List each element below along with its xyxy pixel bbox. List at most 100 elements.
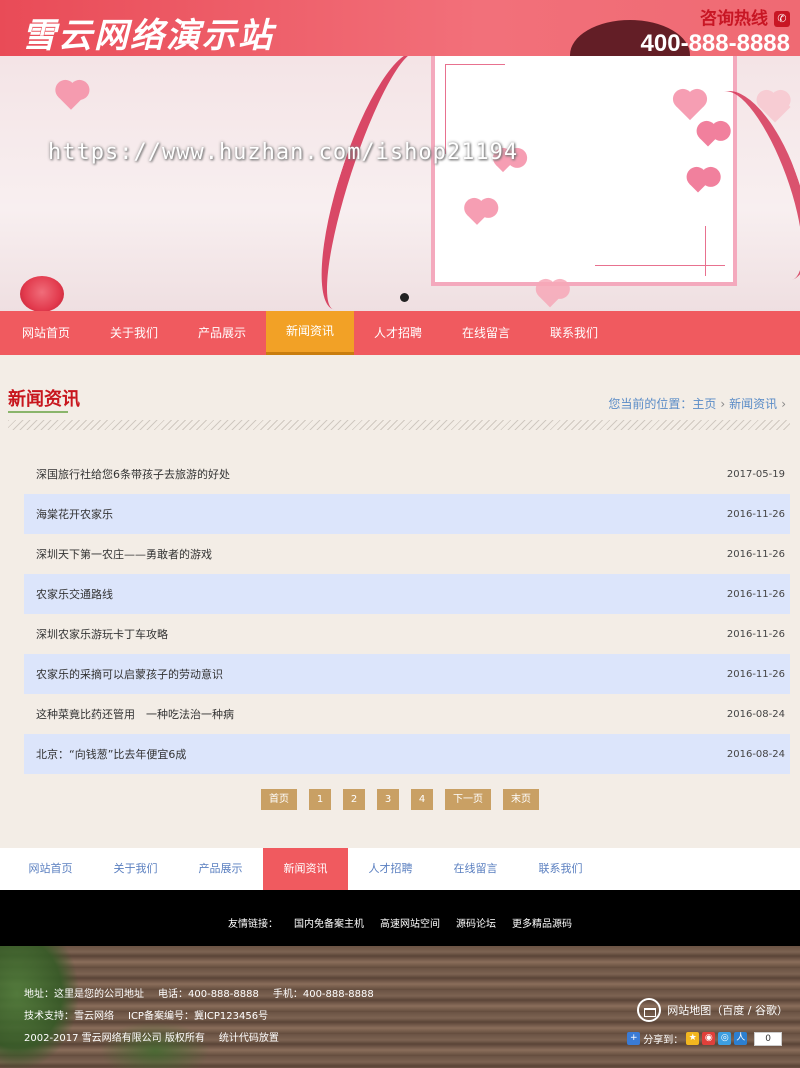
sitemap-icon bbox=[637, 998, 662, 1022]
frame-line bbox=[445, 64, 505, 65]
qzone-icon[interactable]: ★ bbox=[686, 1032, 700, 1045]
slider-dot[interactable] bbox=[400, 293, 409, 302]
pager-page-button[interactable]: 2 bbox=[343, 789, 365, 810]
footer-mobile: 手机：400-888-8888 bbox=[272, 989, 374, 1000]
news-title[interactable]: 这种菜竟比药还管用 一种吃法治一种病 bbox=[36, 706, 234, 722]
nav-item-home[interactable]: 网站首页 bbox=[2, 311, 90, 355]
hotline-number: 400-888-8888 bbox=[640, 30, 790, 56]
title-underline bbox=[8, 411, 68, 413]
list-item[interactable]: 北京：“向钱葱”比去年便宜6成 2016-08-24 bbox=[24, 734, 790, 774]
pager-page-button[interactable]: 1 bbox=[309, 789, 331, 810]
nav-item-products[interactable]: 产品展示 bbox=[178, 311, 266, 355]
chevron-right-icon: › bbox=[781, 397, 786, 411]
friend-link[interactable]: 更多精品源码 bbox=[512, 919, 572, 930]
footer-copyright: 2002-2017 雪云网络有限公司 版权所有 bbox=[24, 1033, 205, 1044]
share-label: 分享到： bbox=[643, 1035, 684, 1046]
list-item[interactable]: 这种菜竟比药还管用 一种吃法治一种病 2016-08-24 bbox=[24, 694, 790, 734]
news-date: 2016-11-26 bbox=[726, 588, 785, 600]
hotline-label: 咨询热线 bbox=[700, 9, 768, 29]
footer-nav-jobs[interactable]: 人才招聘 bbox=[348, 848, 433, 890]
footer-icp[interactable]: ICP备案编号：冀ICP123456号 bbox=[128, 1011, 268, 1022]
plus-icon[interactable]: + bbox=[627, 1032, 641, 1045]
main-content: 新闻资讯 您当前的位置：主页 › 新闻资讯 › 深国旅行社给您6条带孩子去旅游的好处 2… bbox=[0, 355, 800, 848]
weibo-icon[interactable]: ◉ bbox=[702, 1032, 716, 1045]
footer-nav: 网站首页 关于我们 产品展示 新闻资讯 人才招聘 在线留言 联系我们 bbox=[0, 848, 800, 890]
heart-icon bbox=[58, 84, 84, 110]
footer-nav-message[interactable]: 在线留言 bbox=[433, 848, 518, 890]
list-item[interactable]: 海棠花开农家乐 2016-11-26 bbox=[24, 494, 790, 534]
news-date: 2016-11-26 bbox=[726, 548, 785, 560]
friend-link[interactable]: 国内免备案主机 bbox=[294, 919, 364, 930]
frame-line bbox=[705, 226, 706, 276]
news-date: 2016-08-24 bbox=[726, 708, 785, 720]
nav-item-about[interactable]: 关于我们 bbox=[90, 311, 178, 355]
site-logo[interactable]: 雪云网络演示站 bbox=[22, 8, 274, 56]
list-item[interactable]: 深圳农家乐游玩卡丁车攻略 2016-11-26 bbox=[24, 614, 790, 654]
sitemap-link[interactable]: 网站地图（百度 / 谷歌） bbox=[637, 998, 788, 1022]
rose-decoration bbox=[20, 276, 64, 311]
footer-nav-home[interactable]: 网站首页 bbox=[8, 848, 93, 890]
friend-links-label: 友情链接： bbox=[228, 919, 278, 930]
pager-page-button[interactable]: 3 bbox=[377, 789, 399, 810]
footer-address: 地址：这里是您的公司地址 bbox=[24, 989, 144, 1000]
pager-next-button[interactable]: 下一页 bbox=[445, 789, 491, 810]
news-title[interactable]: 农家乐的采摘可以启蒙孩子的劳动意识 bbox=[36, 666, 223, 682]
friend-link[interactable]: 高速网站空间 bbox=[380, 919, 440, 930]
list-item[interactable]: 深国旅行社给您6条带孩子去旅游的好处 2017-05-19 bbox=[24, 454, 790, 494]
news-title[interactable]: 海棠花开农家乐 bbox=[36, 506, 113, 522]
news-date: 2016-08-24 bbox=[726, 748, 785, 760]
news-title[interactable]: 北京：“向钱葱”比去年便宜6成 bbox=[36, 746, 186, 762]
list-item[interactable]: 农家乐交通路线 2016-11-26 bbox=[24, 574, 790, 614]
sitemap-label[interactable]: 网站地图（百度 / 谷歌） bbox=[667, 1002, 788, 1018]
site-header: 雪云网络演示站 咨询热线 ✆ 400-888-8888 bbox=[0, 0, 800, 56]
footer-tel: 电话：400-888-8888 bbox=[158, 989, 259, 1000]
watermark-text: https://www.huzhan.com/ishop21194 bbox=[48, 140, 519, 165]
news-date: 2017-05-19 bbox=[726, 468, 785, 480]
list-item[interactable]: 农家乐的采摘可以启蒙孩子的劳动意识 2016-11-26 bbox=[24, 654, 790, 694]
ribbon-decoration bbox=[299, 56, 451, 311]
page-title: 新闻资讯 bbox=[8, 389, 80, 410]
footer-nav-news[interactable]: 新闻资讯 bbox=[263, 848, 348, 890]
list-item[interactable]: 深圳天下第一农庄——勇敢者的游戏 2016-11-26 bbox=[24, 534, 790, 574]
nav-item-news[interactable]: 新闻资讯 bbox=[266, 311, 354, 355]
breadcrumb-current[interactable]: 新闻资讯 bbox=[729, 397, 777, 411]
divider bbox=[0, 890, 800, 904]
news-title[interactable]: 深圳天下第一农庄——勇敢者的游戏 bbox=[36, 546, 212, 562]
frame-line bbox=[595, 265, 725, 266]
pager-page-button[interactable]: 4 bbox=[411, 789, 433, 810]
nav-item-contact[interactable]: 联系我们 bbox=[530, 311, 618, 355]
footer-nav-about[interactable]: 关于我们 bbox=[93, 848, 178, 890]
main-nav: 网站首页 关于我们 产品展示 新闻资讯 人才招聘 在线留言 联系我们 bbox=[0, 311, 800, 355]
hero-banner[interactable]: https://www.huzhan.com/ishop21194 bbox=[0, 56, 800, 311]
news-list: 深国旅行社给您6条带孩子去旅游的好处 2017-05-19 海棠花开农家乐 2016… bbox=[24, 454, 790, 774]
news-title[interactable]: 深国旅行社给您6条带孩子去旅游的好处 bbox=[36, 466, 230, 482]
news-date: 2016-11-26 bbox=[726, 628, 785, 640]
tencent-weibo-icon[interactable]: ◎ bbox=[718, 1032, 732, 1045]
renren-icon[interactable]: 人 bbox=[734, 1032, 748, 1045]
breadcrumb: 您当前的位置：主页 › 新闻资讯 › bbox=[608, 395, 790, 412]
nav-item-message[interactable]: 在线留言 bbox=[442, 311, 530, 355]
site-footer: 地址：这里是您的公司地址 电话：400-888-8888 手机：400-888-88… bbox=[0, 946, 800, 1068]
news-title[interactable]: 深圳农家乐游玩卡丁车攻略 bbox=[36, 626, 168, 642]
footer-info: 地址：这里是您的公司地址 电话：400-888-8888 手机：400-888-88… bbox=[24, 984, 388, 1050]
news-date: 2016-11-26 bbox=[726, 668, 785, 680]
chevron-right-icon: › bbox=[720, 397, 726, 411]
share-count: 0 bbox=[754, 1031, 782, 1046]
footer-nav-products[interactable]: 产品展示 bbox=[178, 848, 263, 890]
share-bar: + 分享到： ★ ◉ ◎ 人 0 bbox=[627, 1031, 782, 1046]
breadcrumb-prefix: 您当前的位置： bbox=[608, 397, 693, 411]
friend-links: 友情链接： 国内免备案主机 高速网站空间 源码论坛 更多精品源码 bbox=[0, 904, 800, 946]
pager-first-button[interactable]: 首页 bbox=[261, 789, 297, 810]
pager-last-button[interactable]: 末页 bbox=[503, 789, 539, 810]
divider bbox=[8, 420, 790, 430]
friend-link[interactable]: 源码论坛 bbox=[456, 919, 496, 930]
footer-nav-contact[interactable]: 联系我们 bbox=[518, 848, 603, 890]
phone-icon: ✆ bbox=[774, 11, 790, 27]
nav-item-jobs[interactable]: 人才招聘 bbox=[354, 311, 442, 355]
news-title[interactable]: 农家乐交通路线 bbox=[36, 586, 113, 602]
heart-icon bbox=[538, 284, 562, 308]
hotline: 咨询热线 ✆ 400-888-8888 bbox=[641, 4, 790, 56]
breadcrumb-home[interactable]: 主页 bbox=[692, 397, 716, 411]
footer-stats: 统计代码放置 bbox=[218, 1033, 279, 1044]
pagination: 首页 1 2 3 4 下一页 末页 bbox=[0, 789, 800, 810]
